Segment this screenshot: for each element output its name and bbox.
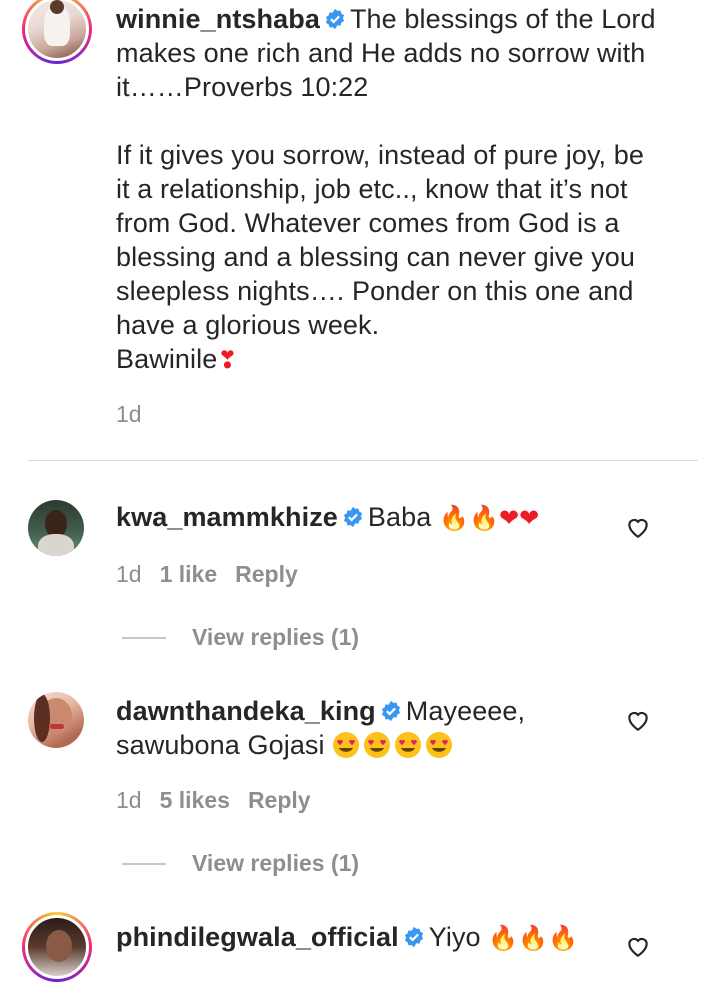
verified-badge-icon [325,8,345,30]
caption-line-7: from God. Whatever comes from God is a [116,208,620,238]
like-heart-icon[interactable] [625,515,651,539]
comment-text-2: dawnthandeka_king Mayeeee, sawubona Gojas… [116,694,616,762]
caption-line-5: If it gives you sorrow, instead of pure … [116,140,644,170]
heart-eyes-emojis [332,730,456,760]
comment-username-2[interactable]: dawnthandeka_king [116,696,376,726]
post-author-avatar[interactable] [22,0,92,64]
view-replies-button-2[interactable]: View replies (1) [192,850,359,877]
comment-avatar-dawnthandeka-king[interactable] [28,692,84,748]
verified-badge-icon [404,926,423,948]
caption-line-2: makes one rich and He adds no sorrow wit… [116,38,646,68]
post-timestamp: 1d [116,401,142,427]
heart-eyes-emoji-icon [395,732,422,758]
reply-button-2[interactable]: Reply [248,787,311,813]
caption-line-1: winnie_ntshaba The blessings of the Lord [116,4,656,34]
caption-line-9: sleepless nights…. Ponder on this one an… [116,276,634,306]
post-caption: winnie_ntshaba The blessings of the Lord … [116,2,676,377]
comment-meta-2: 1d 5 likes Reply [116,786,329,814]
verified-badge-icon [343,506,362,528]
comment-likes-2[interactable]: 5 likes [160,787,230,813]
like-heart-icon[interactable] [625,708,651,732]
view-replies-line [122,863,166,865]
comment-username-3[interactable]: phindilegwala_official [116,922,399,952]
heart-eyes-emoji-icon [364,732,391,758]
reply-button-1[interactable]: Reply [235,561,298,587]
comment-likes-1[interactable]: 1 like [160,561,218,587]
comment-meta-1: 1d 1 like Reply [116,560,316,588]
comment-text-3: phindilegwala_official Yiyo 🔥🔥🔥 [116,922,579,952]
caption-divider [28,460,698,461]
post-username[interactable]: winnie_ntshaba [116,4,320,34]
caption-line-6: it a relationship, job etc.., know that … [116,174,628,204]
caption-line-8: blessing and a blessing can never give y… [116,242,636,272]
comment-time-2: 1d [116,787,142,813]
caption-line-10: have a glorious week. [116,310,380,340]
verified-badge-icon [381,700,400,722]
comment-time-1: 1d [116,561,142,587]
heart-eyes-emoji-icon [333,732,360,758]
comment-avatar-kwa-mammkhize[interactable] [28,500,84,556]
view-replies-button-1[interactable]: View replies (1) [192,624,359,651]
comment-username-1[interactable]: kwa_mammkhize [116,502,338,532]
like-heart-icon[interactable] [625,934,651,958]
comment-text-1: kwa_mammkhize Baba 🔥🔥❤❤ [116,502,540,532]
heart-exclamation-emoji: ❣ [217,346,238,374]
caption-line-3: it……Proverbs 10:22 [116,72,369,102]
comment-line-2b: sawubona Gojasi [116,728,616,762]
comment-avatar-phindilegwala-official[interactable] [22,912,92,982]
heart-eyes-emoji-icon [426,732,453,758]
fire-emojis: 🔥🔥🔥 [488,924,579,952]
caption-line-11: Bawinile❣ [116,344,238,374]
comment-emojis-1: 🔥🔥❤❤ [439,504,540,532]
view-replies-line [122,637,166,639]
comment-line-2a: dawnthandeka_king Mayeeee, [116,696,526,726]
